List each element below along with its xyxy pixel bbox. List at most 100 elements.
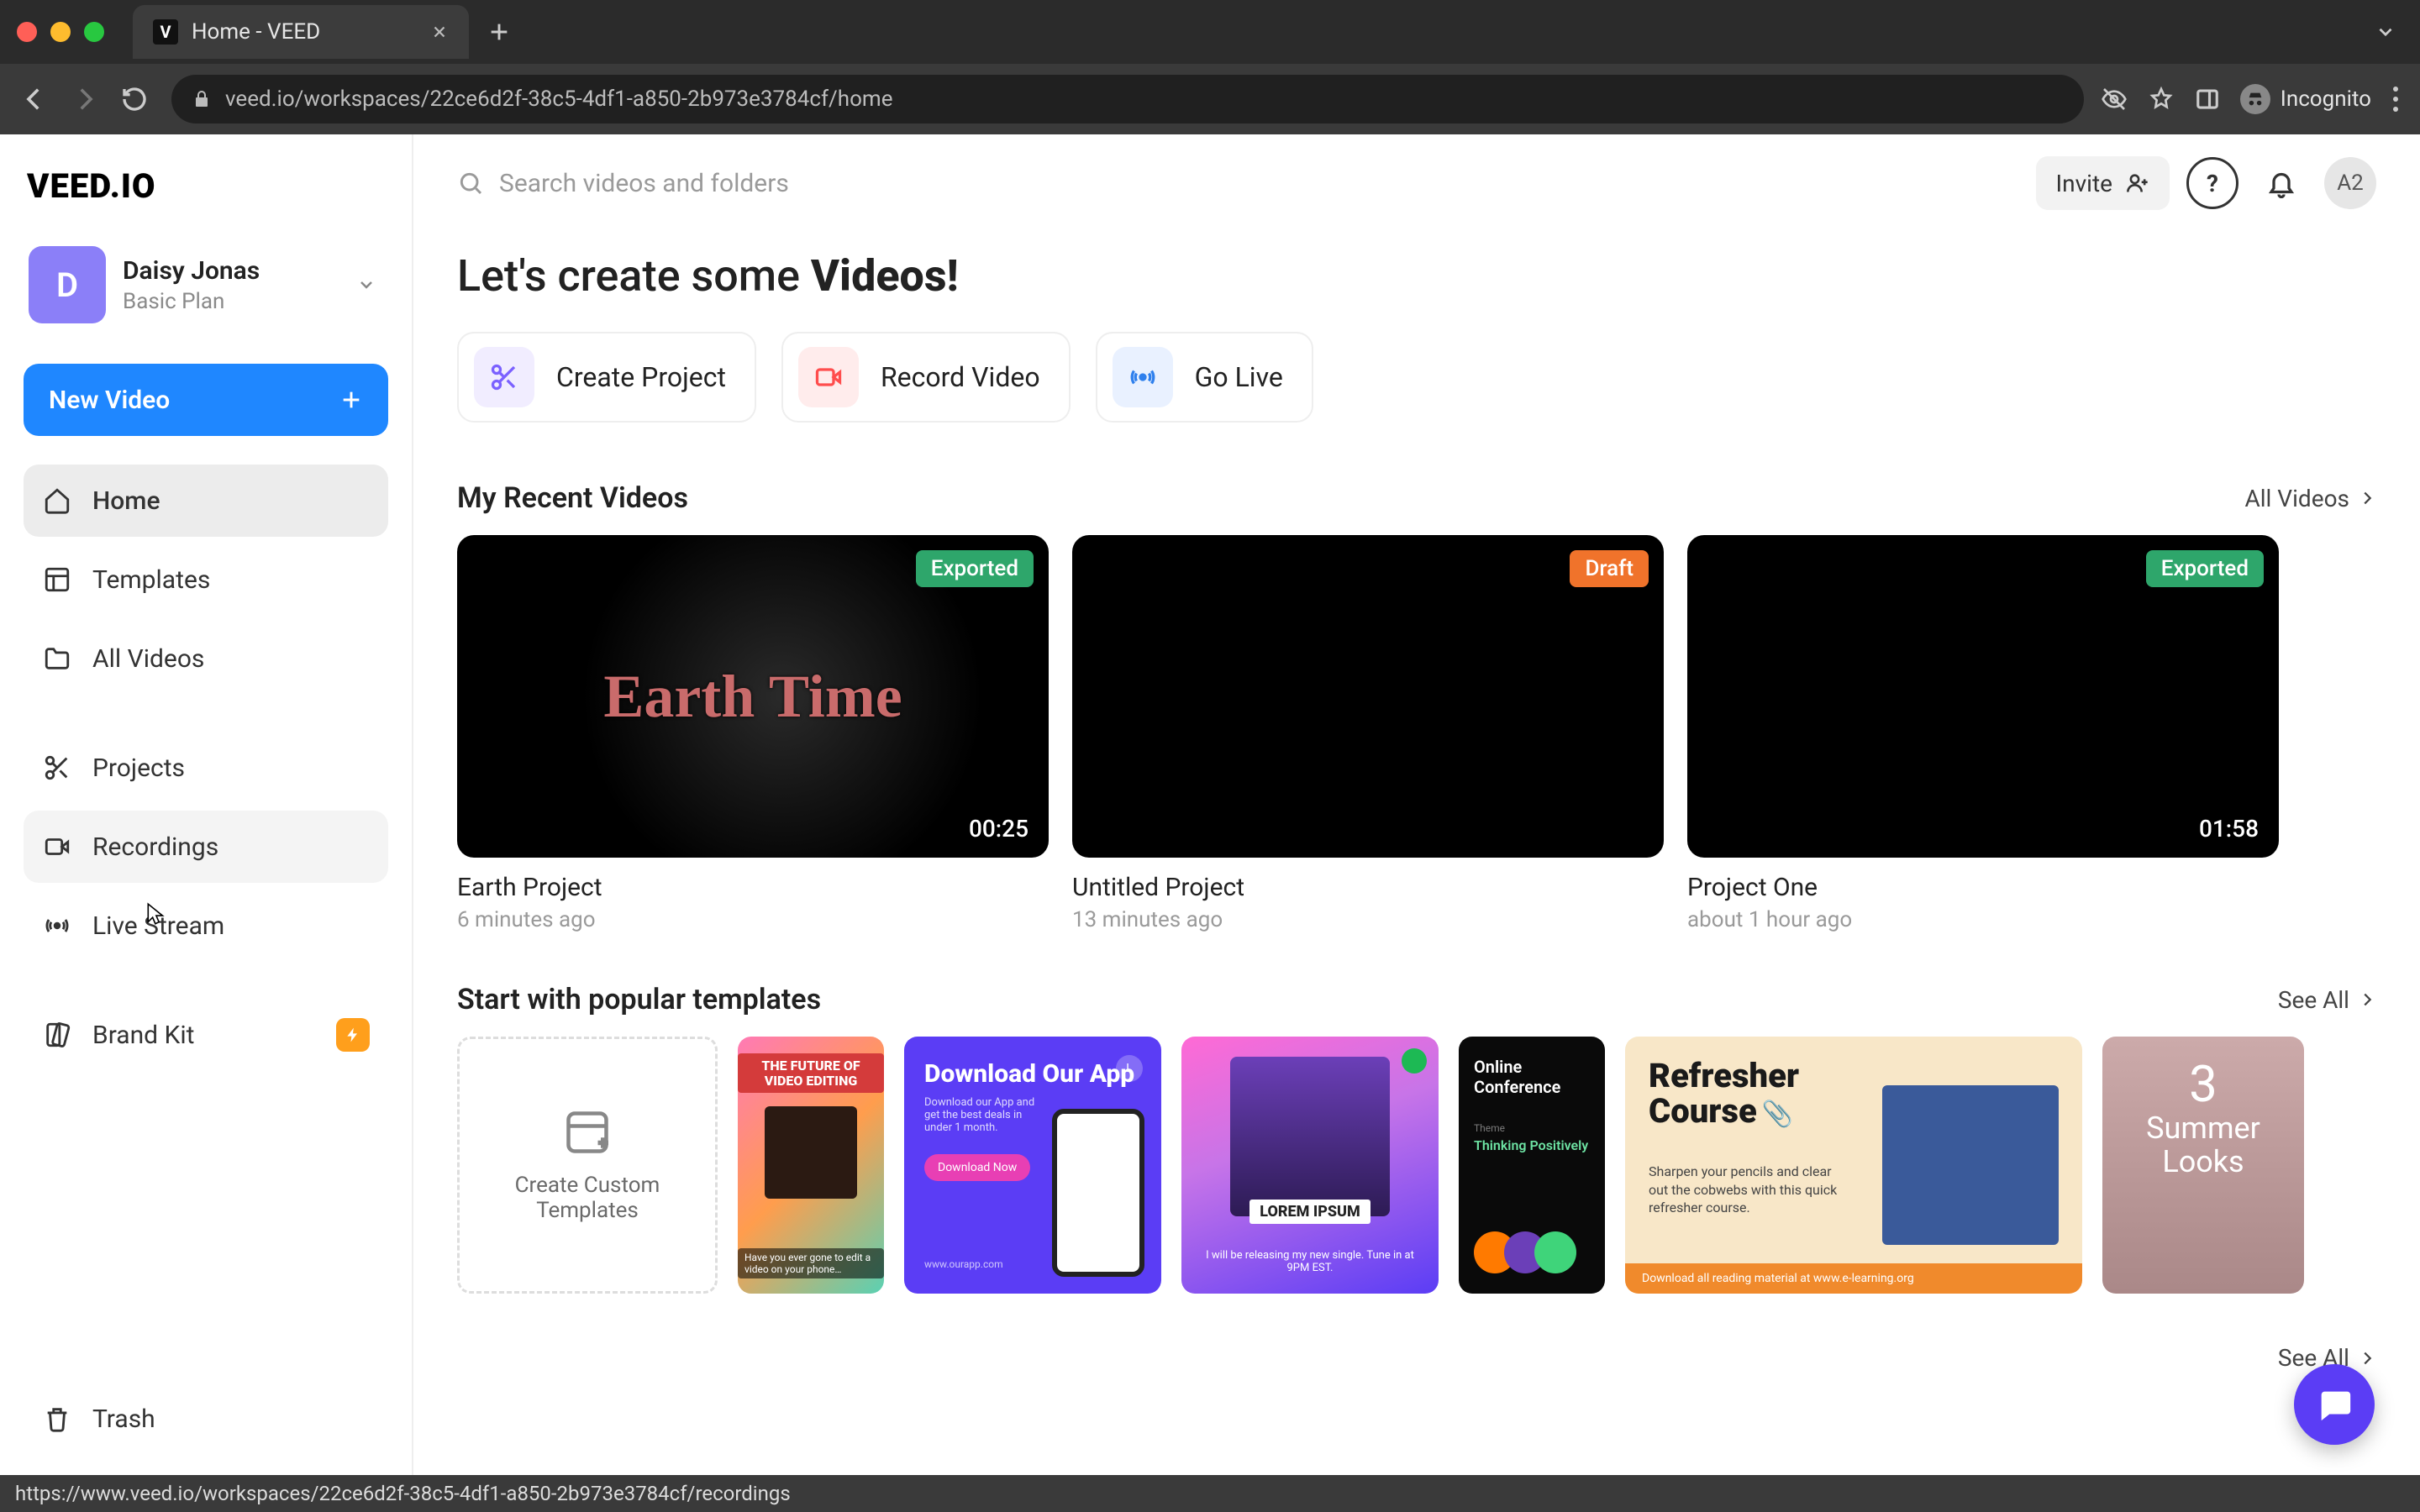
window-controls[interactable] <box>17 22 104 42</box>
user-avatar[interactable]: A2 <box>2324 157 2376 209</box>
sidebar-item-trash[interactable]: Trash <box>24 1383 388 1455</box>
new-video-button[interactable]: New Video <box>24 364 388 436</box>
sidebar-item-brand-kit[interactable]: Brand Kit <box>24 999 388 1071</box>
sidebar-item-label: Live Stream <box>92 911 224 941</box>
browser-menu-icon[interactable] <box>2391 87 2400 112</box>
chevron-right-icon <box>2358 489 2376 507</box>
notifications-button[interactable] <box>2255 157 2307 209</box>
sidebar-item-projects[interactable]: Projects <box>24 732 388 804</box>
hero-prefix: Let's create some <box>457 250 811 302</box>
forward-button <box>71 85 104 113</box>
video-thumbnail[interactable]: Exported 01:58 <box>1687 535 2279 858</box>
template-sub: Download our App and get the best deals … <box>924 1096 1050 1134</box>
template-card[interactable]: THE FUTURE OF VIDEO EDITING Have you eve… <box>738 1037 884 1294</box>
lock-icon <box>192 89 212 109</box>
create-custom-template-button[interactable]: Create Custom Templates <box>457 1037 718 1294</box>
minimize-window-icon[interactable] <box>50 22 71 42</box>
template-card[interactable]: LOREM IPSUM I will be releasing my new s… <box>1181 1037 1439 1294</box>
sidebar-item-label: Brand Kit <box>92 1021 194 1050</box>
video-meta: about 1 hour ago <box>1687 907 2279 932</box>
template-caption: Have you ever gone to edit a video on yo… <box>738 1248 884 1278</box>
status-url: https://www.veed.io/workspaces/22ce6d2f-… <box>15 1482 791 1505</box>
side-panel-icon[interactable] <box>2195 87 2220 112</box>
all-videos-link[interactable]: All Videos <box>2244 485 2376 512</box>
folder-icon <box>42 643 72 674</box>
template-card[interactable]: Online Conference Theme Thinking Positiv… <box>1459 1037 1605 1294</box>
recent-header: My Recent Videos All Videos <box>457 481 2376 515</box>
record-video-button[interactable]: Record Video <box>781 332 1071 423</box>
tabs-dropdown-icon[interactable] <box>2375 21 2396 43</box>
brand-logo[interactable]: VEED.IO <box>27 166 385 206</box>
template-image <box>1882 1085 2059 1245</box>
template-card[interactable]: Refresher Course📎 Sharpen your pencils a… <box>1625 1037 2082 1294</box>
video-card[interactable]: Earth Time Exported 00:25 Earth Project … <box>457 535 1049 932</box>
sidebar-item-all-videos[interactable]: All Videos <box>24 622 388 695</box>
video-thumbnail[interactable]: Earth Time Exported 00:25 <box>457 535 1049 858</box>
sidebar-item-label: Templates <box>92 565 210 595</box>
sidebar-item-label: Projects <box>92 753 185 783</box>
chat-icon <box>2315 1385 2354 1424</box>
video-card[interactable]: Draft Untitled Project 13 minutes ago <box>1072 535 1664 932</box>
new-tab-button[interactable] <box>487 20 511 44</box>
maximize-window-icon[interactable] <box>84 22 104 42</box>
go-live-button[interactable]: Go Live <box>1096 332 1313 423</box>
workspace-switcher[interactable]: D Daisy Jonas Basic Plan <box>24 238 388 342</box>
broadcast-icon <box>1113 347 1173 407</box>
upgrade-badge-icon <box>336 1018 370 1052</box>
sidebar-item-home[interactable]: Home <box>24 465 388 537</box>
chat-fab[interactable] <box>2294 1364 2375 1445</box>
eye-off-icon[interactable] <box>2101 86 2128 113</box>
favicon-icon: V <box>153 19 178 45</box>
recordings-icon <box>42 832 72 862</box>
video-meta: 13 minutes ago <box>1072 907 1664 932</box>
recent-heading: My Recent Videos <box>457 481 688 515</box>
all-videos-label: All Videos <box>2244 485 2349 512</box>
template-plus-icon <box>562 1107 613 1158</box>
question-icon: ? <box>2207 170 2218 197</box>
tab-bar: V Home - VEED <box>0 0 2420 64</box>
help-button[interactable]: ? <box>2186 157 2238 209</box>
video-meta: 6 minutes ago <box>457 907 1049 932</box>
template-caption: I will be releasing my new single. Tune … <box>1181 1249 1439 1274</box>
video-card[interactable]: Exported 01:58 Project One about 1 hour … <box>1687 535 2279 932</box>
sidebar-item-live-stream[interactable]: Live Stream <box>24 890 388 962</box>
reload-button[interactable] <box>121 86 155 113</box>
close-tab-icon[interactable] <box>430 23 449 41</box>
template-headline: 3 Summer Looks <box>2146 1057 2260 1179</box>
sidebar: VEED.IO D Daisy Jonas Basic Plan New Vid… <box>0 134 413 1475</box>
invite-button[interactable]: Invite <box>2036 156 2170 210</box>
template-headline: Download Our App <box>924 1060 1141 1088</box>
url-field[interactable]: veed.io/workspaces/22ce6d2f-38c5-4df1-a8… <box>171 75 2084 123</box>
video-thumbnail[interactable]: Draft <box>1072 535 1664 858</box>
trash-icon <box>42 1404 72 1434</box>
template-cta: Download Now <box>924 1154 1030 1181</box>
see-all-templates-link[interactable]: See All <box>2278 986 2376 1014</box>
incognito-indicator[interactable]: Incognito <box>2240 84 2371 114</box>
template-theme: Thinking Positively <box>1474 1137 1590 1153</box>
bookmark-star-icon[interactable] <box>2148 86 2175 113</box>
video-duration: 00:25 <box>969 815 1028 843</box>
template-theme-label: Theme <box>1474 1122 1590 1134</box>
close-window-icon[interactable] <box>17 22 37 42</box>
incognito-icon <box>2240 84 2270 114</box>
template-card[interactable]: 3 Summer Looks <box>2102 1037 2304 1294</box>
template-card[interactable]: L Download Our App Download our App and … <box>904 1037 1161 1294</box>
status-bar: https://www.veed.io/workspaces/22ce6d2f-… <box>0 1475 2420 1512</box>
workspace-name: Daisy Jonas <box>123 256 260 286</box>
search-input[interactable]: Search videos and folders <box>457 169 789 198</box>
chevron-down-icon <box>356 275 376 295</box>
custom-template-label: Create Custom Templates <box>485 1173 690 1223</box>
hero-bold: Videos! <box>811 250 959 302</box>
chevron-right-icon <box>2358 990 2376 1009</box>
video-title: Earth Project <box>457 873 1049 902</box>
browser-tab[interactable]: V Home - VEED <box>133 5 469 59</box>
sidebar-item-templates[interactable]: Templates <box>24 543 388 616</box>
sidebar-item-recordings[interactable]: Recordings <box>24 811 388 883</box>
app: VEED.IO D Daisy Jonas Basic Plan New Vid… <box>0 134 2420 1475</box>
create-project-button[interactable]: Create Project <box>457 332 756 423</box>
video-title: Project One <box>1687 873 2279 902</box>
url-text: veed.io/workspaces/22ce6d2f-38c5-4df1-a8… <box>225 87 893 112</box>
incognito-label: Incognito <box>2281 87 2371 112</box>
quick-actions: Create Project Record Video Go Live <box>457 332 2376 423</box>
back-button[interactable] <box>20 85 54 113</box>
